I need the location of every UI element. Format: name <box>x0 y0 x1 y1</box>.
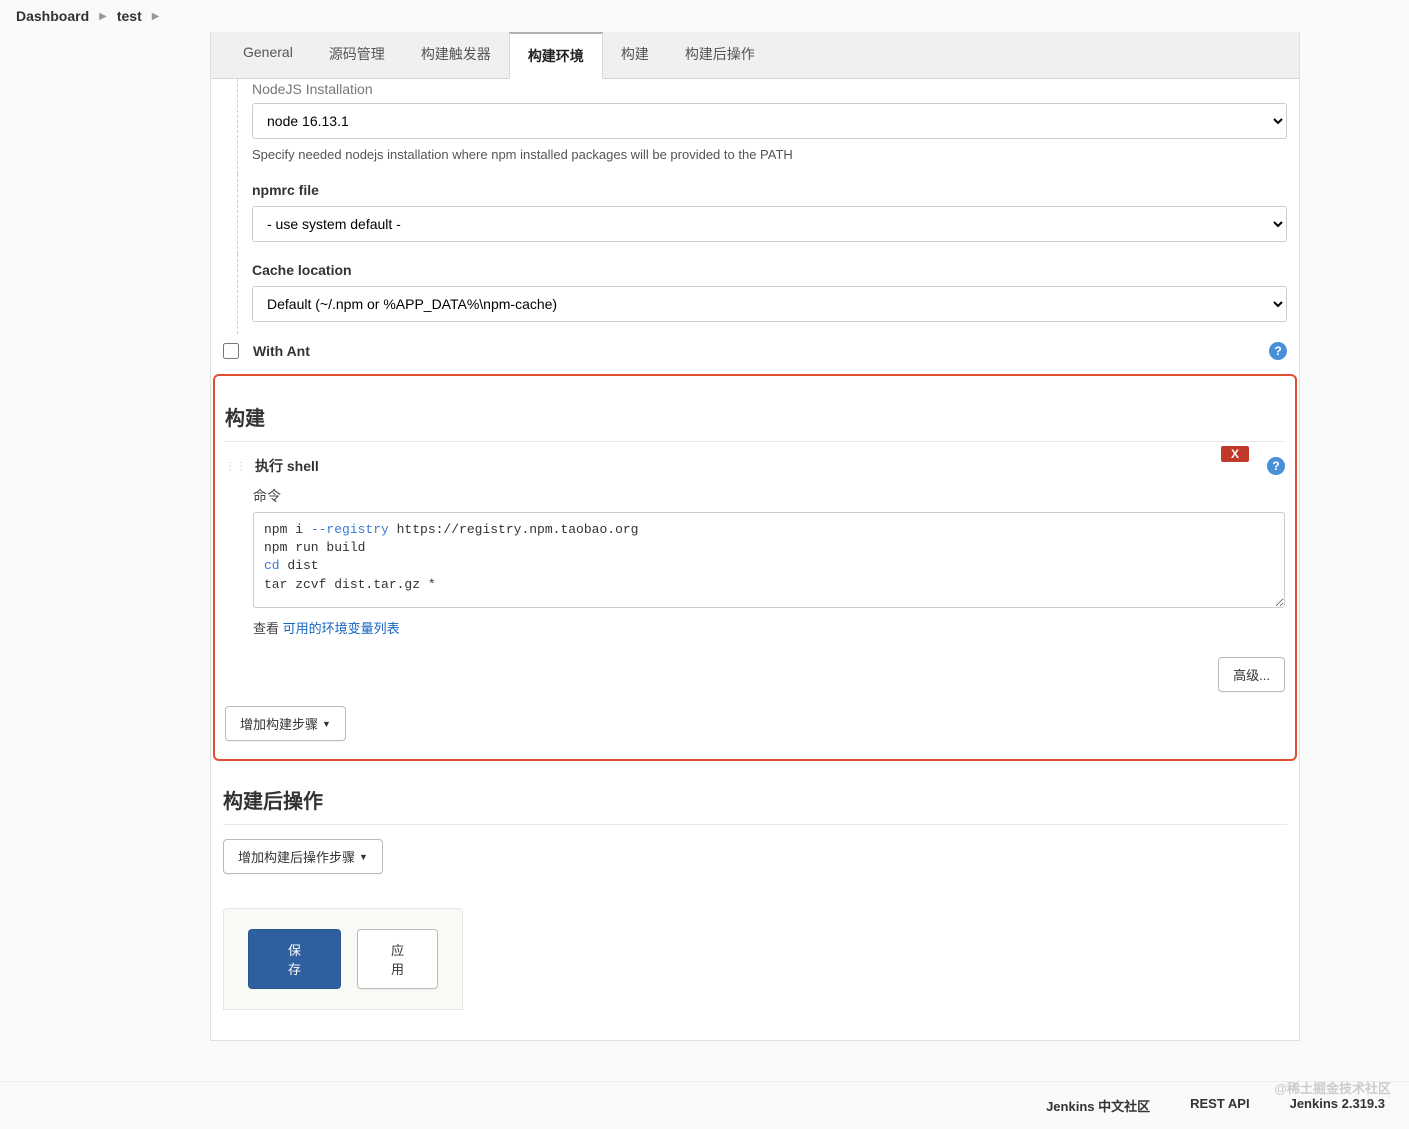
advanced-button[interactable]: 高级... <box>1218 657 1285 692</box>
footer-version: Jenkins 2.319.3 <box>1290 1096 1385 1115</box>
caret-down-icon: ▼ <box>359 852 368 862</box>
npmrc-label: npmrc file <box>252 182 1287 198</box>
add-build-step-button[interactable]: 增加构建步骤 ▼ <box>225 706 346 741</box>
breadcrumb-dashboard[interactable]: Dashboard <box>16 8 89 24</box>
tab-post-build[interactable]: 构建后操作 <box>667 32 773 78</box>
footer-cn-community-link[interactable]: Jenkins 中文社区 <box>1046 1096 1150 1115</box>
env-vars-link[interactable]: 可用的环境变量列表 <box>283 621 400 636</box>
build-section-highlight: 构建 X ⋮⋮ 执行 shell ? 命令 npm i --registry h… <box>213 374 1297 761</box>
footer-rest-api-link[interactable]: REST API <box>1190 1096 1249 1115</box>
tab-build[interactable]: 构建 <box>603 32 667 78</box>
cache-location-label: Cache location <box>252 262 1287 278</box>
with-ant-checkbox[interactable] <box>223 343 239 359</box>
remove-step-button[interactable]: X <box>1221 446 1249 462</box>
add-post-build-step-button[interactable]: 增加构建后操作步骤 ▼ <box>223 839 383 874</box>
config-form: General 源码管理 构建触发器 构建环境 构建 构建后操作 NodeJS … <box>210 32 1300 1041</box>
nodejs-installation-label: NodeJS Installation <box>252 81 1287 97</box>
command-label: 命令 <box>253 486 1285 506</box>
save-button[interactable]: 保存 <box>248 929 341 989</box>
build-section-title: 构建 <box>225 392 1285 442</box>
drag-handle-icon[interactable]: ⋮⋮ <box>225 461 247 472</box>
watermark: @稀土掘金技术社区 <box>1274 1078 1391 1097</box>
tab-bar: General 源码管理 构建触发器 构建环境 构建 构建后操作 <box>211 32 1299 79</box>
execute-shell-title: 执行 shell <box>255 456 319 476</box>
execute-shell-block: X ⋮⋮ 执行 shell ? 命令 npm i --registry http… <box>225 446 1285 692</box>
post-build-section-title: 构建后操作 <box>223 775 1287 825</box>
nodejs-helper-text: Specify needed nodejs installation where… <box>252 147 1287 162</box>
tab-scm[interactable]: 源码管理 <box>311 32 403 78</box>
help-icon[interactable]: ? <box>1269 342 1287 360</box>
tab-build-env[interactable]: 构建环境 <box>509 32 603 79</box>
shell-command-input[interactable]: npm i --registry https://registry.npm.ta… <box>253 512 1285 608</box>
page-footer: @稀土掘金技术社区 Jenkins 中文社区 REST API Jenkins … <box>0 1081 1409 1129</box>
breadcrumb-project[interactable]: test <box>117 8 142 24</box>
help-icon[interactable]: ? <box>1267 457 1285 475</box>
chevron-right-icon: ▶ <box>99 11 107 22</box>
sticky-action-bar: 保存 应用 <box>223 908 463 1010</box>
tab-general[interactable]: General <box>225 32 311 78</box>
nodejs-installation-select[interactable]: node 16.13.1 <box>252 103 1287 139</box>
npmrc-select[interactable]: - use system default - <box>252 206 1287 242</box>
caret-down-icon: ▼ <box>322 719 331 729</box>
chevron-right-icon: ▶ <box>152 11 160 22</box>
env-vars-hint: 查看 可用的环境变量列表 <box>253 618 1285 637</box>
with-ant-label: With Ant <box>253 343 1255 359</box>
cache-location-select[interactable]: Default (~/.npm or %APP_DATA%\npm-cache) <box>252 286 1287 322</box>
breadcrumb: Dashboard ▶ test ▶ <box>0 0 1409 32</box>
tab-triggers[interactable]: 构建触发器 <box>403 32 509 78</box>
apply-button[interactable]: 应用 <box>357 929 438 989</box>
